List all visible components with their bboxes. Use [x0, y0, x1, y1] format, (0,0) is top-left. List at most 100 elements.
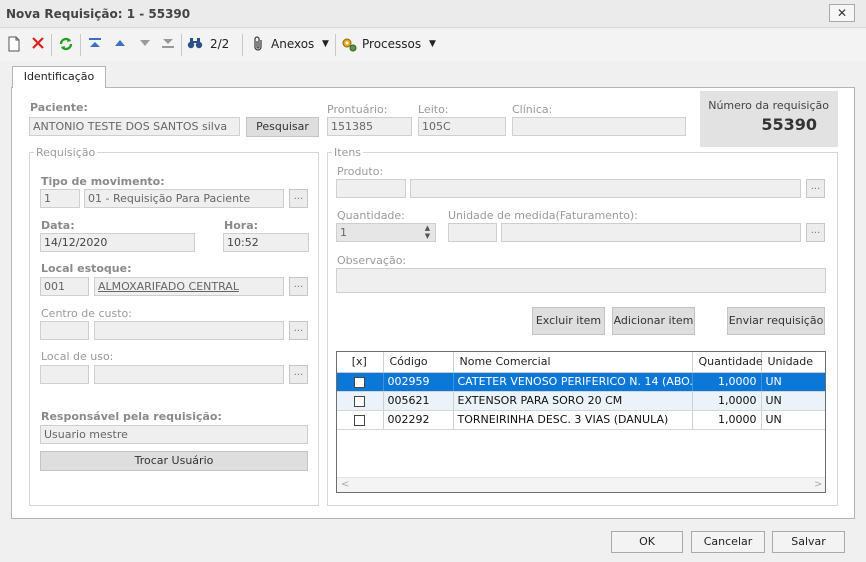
table-row[interactable]: 002292 TORNEIRINHA DESC. 3 VIAS (DANULA)… — [337, 410, 825, 430]
unidade-desc-field[interactable] — [501, 223, 801, 242]
adicionar-item-button[interactable]: Adicionar item — [612, 307, 695, 335]
delete-icon[interactable] — [30, 36, 46, 52]
produto-lookup-button[interactable]: ... — [806, 179, 825, 198]
processes-icon[interactable] — [341, 36, 357, 52]
scroll-left-icon[interactable]: < — [341, 479, 349, 490]
row-checkbox-cell[interactable] — [337, 391, 384, 411]
processos-menu[interactable]: Processos — [362, 37, 421, 51]
quantidade-cell: 1,0000 — [692, 391, 762, 411]
itens-legend: Itens — [334, 146, 362, 159]
local-uso-code-field[interactable] — [40, 365, 89, 384]
row-checkbox[interactable] — [353, 376, 365, 388]
produto-code-field[interactable] — [336, 179, 406, 198]
nome-cell: CATETER VENOSO PERIFERICO N. 14 (ABO... — [453, 372, 693, 392]
first-record-icon[interactable] — [87, 36, 103, 52]
tipo-movimento-lookup-button[interactable]: ... — [289, 189, 308, 208]
col-header-codigo[interactable]: Código — [383, 352, 454, 373]
toolbar-separator — [335, 34, 336, 56]
responsavel-label: Responsável pela requisição: — [41, 410, 222, 423]
anexos-menu[interactable]: Anexos — [271, 37, 314, 51]
quantidade-cell: 1,0000 — [692, 372, 762, 392]
observacao-field[interactable] — [336, 268, 826, 293]
scroll-right-icon[interactable]: > — [814, 479, 822, 490]
paciente-field[interactable]: ANTONIO TESTE DOS SANTOS silva — [29, 117, 240, 136]
responsavel-field[interactable]: Usuario mestre — [40, 425, 308, 444]
anexos-dropdown-icon[interactable]: ▼ — [322, 39, 329, 49]
tipo-movimento-code-field[interactable]: 1 — [40, 189, 80, 208]
local-uso-lookup-button[interactable]: ... — [289, 365, 308, 384]
data-field[interactable]: 14/12/2020 — [40, 233, 195, 252]
cancelar-button[interactable]: Cancelar — [691, 531, 765, 553]
centro-custo-code-field[interactable] — [40, 321, 89, 340]
grid-horizontal-scrollbar[interactable]: < > — [337, 477, 825, 492]
centro-custo-lookup-button[interactable]: ... — [289, 321, 308, 340]
processos-dropdown-icon[interactable]: ▼ — [429, 39, 436, 49]
attachment-icon[interactable] — [251, 36, 267, 52]
search-binoculars-icon[interactable] — [187, 36, 203, 52]
row-checkbox-cell[interactable] — [337, 372, 384, 392]
trocar-usuario-button[interactable]: Trocar Usuário — [40, 451, 308, 471]
observacao-label: Observação: — [337, 254, 407, 267]
prontuario-label: Prontuário: — [327, 103, 388, 116]
codigo-cell: 005621 — [383, 391, 454, 411]
col-header-nome[interactable]: Nome Comercial — [453, 352, 693, 373]
quantidade-label: Quantidade: — [337, 209, 405, 222]
window-title: Nova Requisição: 1 - 55390 — [6, 7, 191, 21]
leito-label: Leito: — [418, 103, 449, 116]
local-uso-desc-field[interactable] — [94, 365, 284, 384]
table-row[interactable]: 002959 CATETER VENOSO PERIFERICO N. 14 (… — [337, 372, 825, 392]
ok-button[interactable]: OK — [611, 531, 683, 553]
previous-record-icon[interactable] — [112, 36, 128, 52]
paciente-label: Paciente: — [30, 101, 88, 114]
hora-field[interactable]: 10:52 — [223, 233, 309, 252]
quantidade-spinner-icon[interactable]: ▲ ▼ — [421, 224, 434, 241]
local-estoque-code-field[interactable]: 001 — [40, 277, 89, 296]
table-row[interactable]: 005621 EXTENSOR PARA SORO 20 CM 1,0000 U… — [337, 391, 825, 411]
row-checkbox[interactable] — [353, 395, 365, 407]
unidade-lookup-button[interactable]: ... — [806, 223, 825, 242]
request-number-value: 55390 — [761, 115, 817, 134]
local-estoque-desc-field[interactable]: ALMOXARIFADO CENTRAL — [94, 277, 284, 296]
codigo-cell: 002292 — [383, 410, 454, 430]
tipo-movimento-desc-field[interactable]: 01 - Requisição Para Paciente — [84, 189, 284, 208]
unidade-code-field[interactable] — [448, 223, 497, 242]
unidade-medida-label: Unidade de medida(Faturamento): — [448, 209, 638, 222]
record-counter: 2/2 — [210, 37, 230, 51]
centro-custo-desc-field[interactable] — [94, 321, 284, 340]
data-label: Data: — [41, 219, 75, 232]
clinica-field[interactable] — [512, 117, 686, 136]
request-number-label: Número da requisição — [708, 99, 829, 112]
pesquisar-button[interactable]: Pesquisar — [246, 117, 319, 137]
col-header-quantidade[interactable]: Quantidade — [692, 352, 763, 373]
toolbar-separator — [80, 34, 81, 56]
prontuario-field[interactable]: 151385 — [327, 117, 412, 136]
row-checkbox-cell[interactable] — [337, 410, 384, 430]
grid-header-row: [x] Código Nome Comercial Quantidade Uni… — [337, 352, 825, 373]
tipo-movimento-label: Tipo de movimento: — [41, 175, 165, 188]
enviar-requisicao-button[interactable]: Enviar requisição — [727, 307, 825, 335]
local-uso-label: Local de uso: — [41, 350, 114, 363]
local-estoque-label: Local estoque: — [41, 262, 132, 275]
last-record-icon[interactable] — [160, 36, 176, 52]
tab-identificacao[interactable]: Identificação — [12, 66, 106, 88]
centro-custo-label: Centro de custo: — [41, 307, 132, 320]
nome-cell: TORNEIRINHA DESC. 3 VIAS (DANULA) — [453, 410, 693, 430]
toolbar-separator — [181, 34, 182, 56]
requisicao-legend: Requisição — [36, 146, 96, 159]
local-estoque-lookup-button[interactable]: ... — [289, 277, 308, 296]
row-checkbox[interactable] — [353, 414, 365, 426]
excluir-item-button[interactable]: Excluir item — [532, 307, 605, 335]
col-header-unidade[interactable]: Unidade — [761, 352, 825, 373]
next-record-icon[interactable] — [137, 36, 153, 52]
refresh-icon[interactable] — [58, 36, 74, 52]
items-grid: [x] Código Nome Comercial Quantidade Uni… — [336, 351, 826, 493]
produto-desc-field[interactable] — [410, 179, 801, 198]
nome-cell: EXTENSOR PARA SORO 20 CM — [453, 391, 693, 411]
new-document-icon[interactable] — [6, 36, 22, 52]
clinica-label: Clínica: — [512, 103, 553, 116]
col-header-check[interactable]: [x] — [337, 352, 384, 373]
unidade-cell: UN — [761, 372, 825, 392]
leito-field[interactable]: 105C — [418, 117, 506, 136]
salvar-button[interactable]: Salvar — [772, 531, 845, 553]
close-button[interactable]: ✕ — [829, 4, 855, 22]
